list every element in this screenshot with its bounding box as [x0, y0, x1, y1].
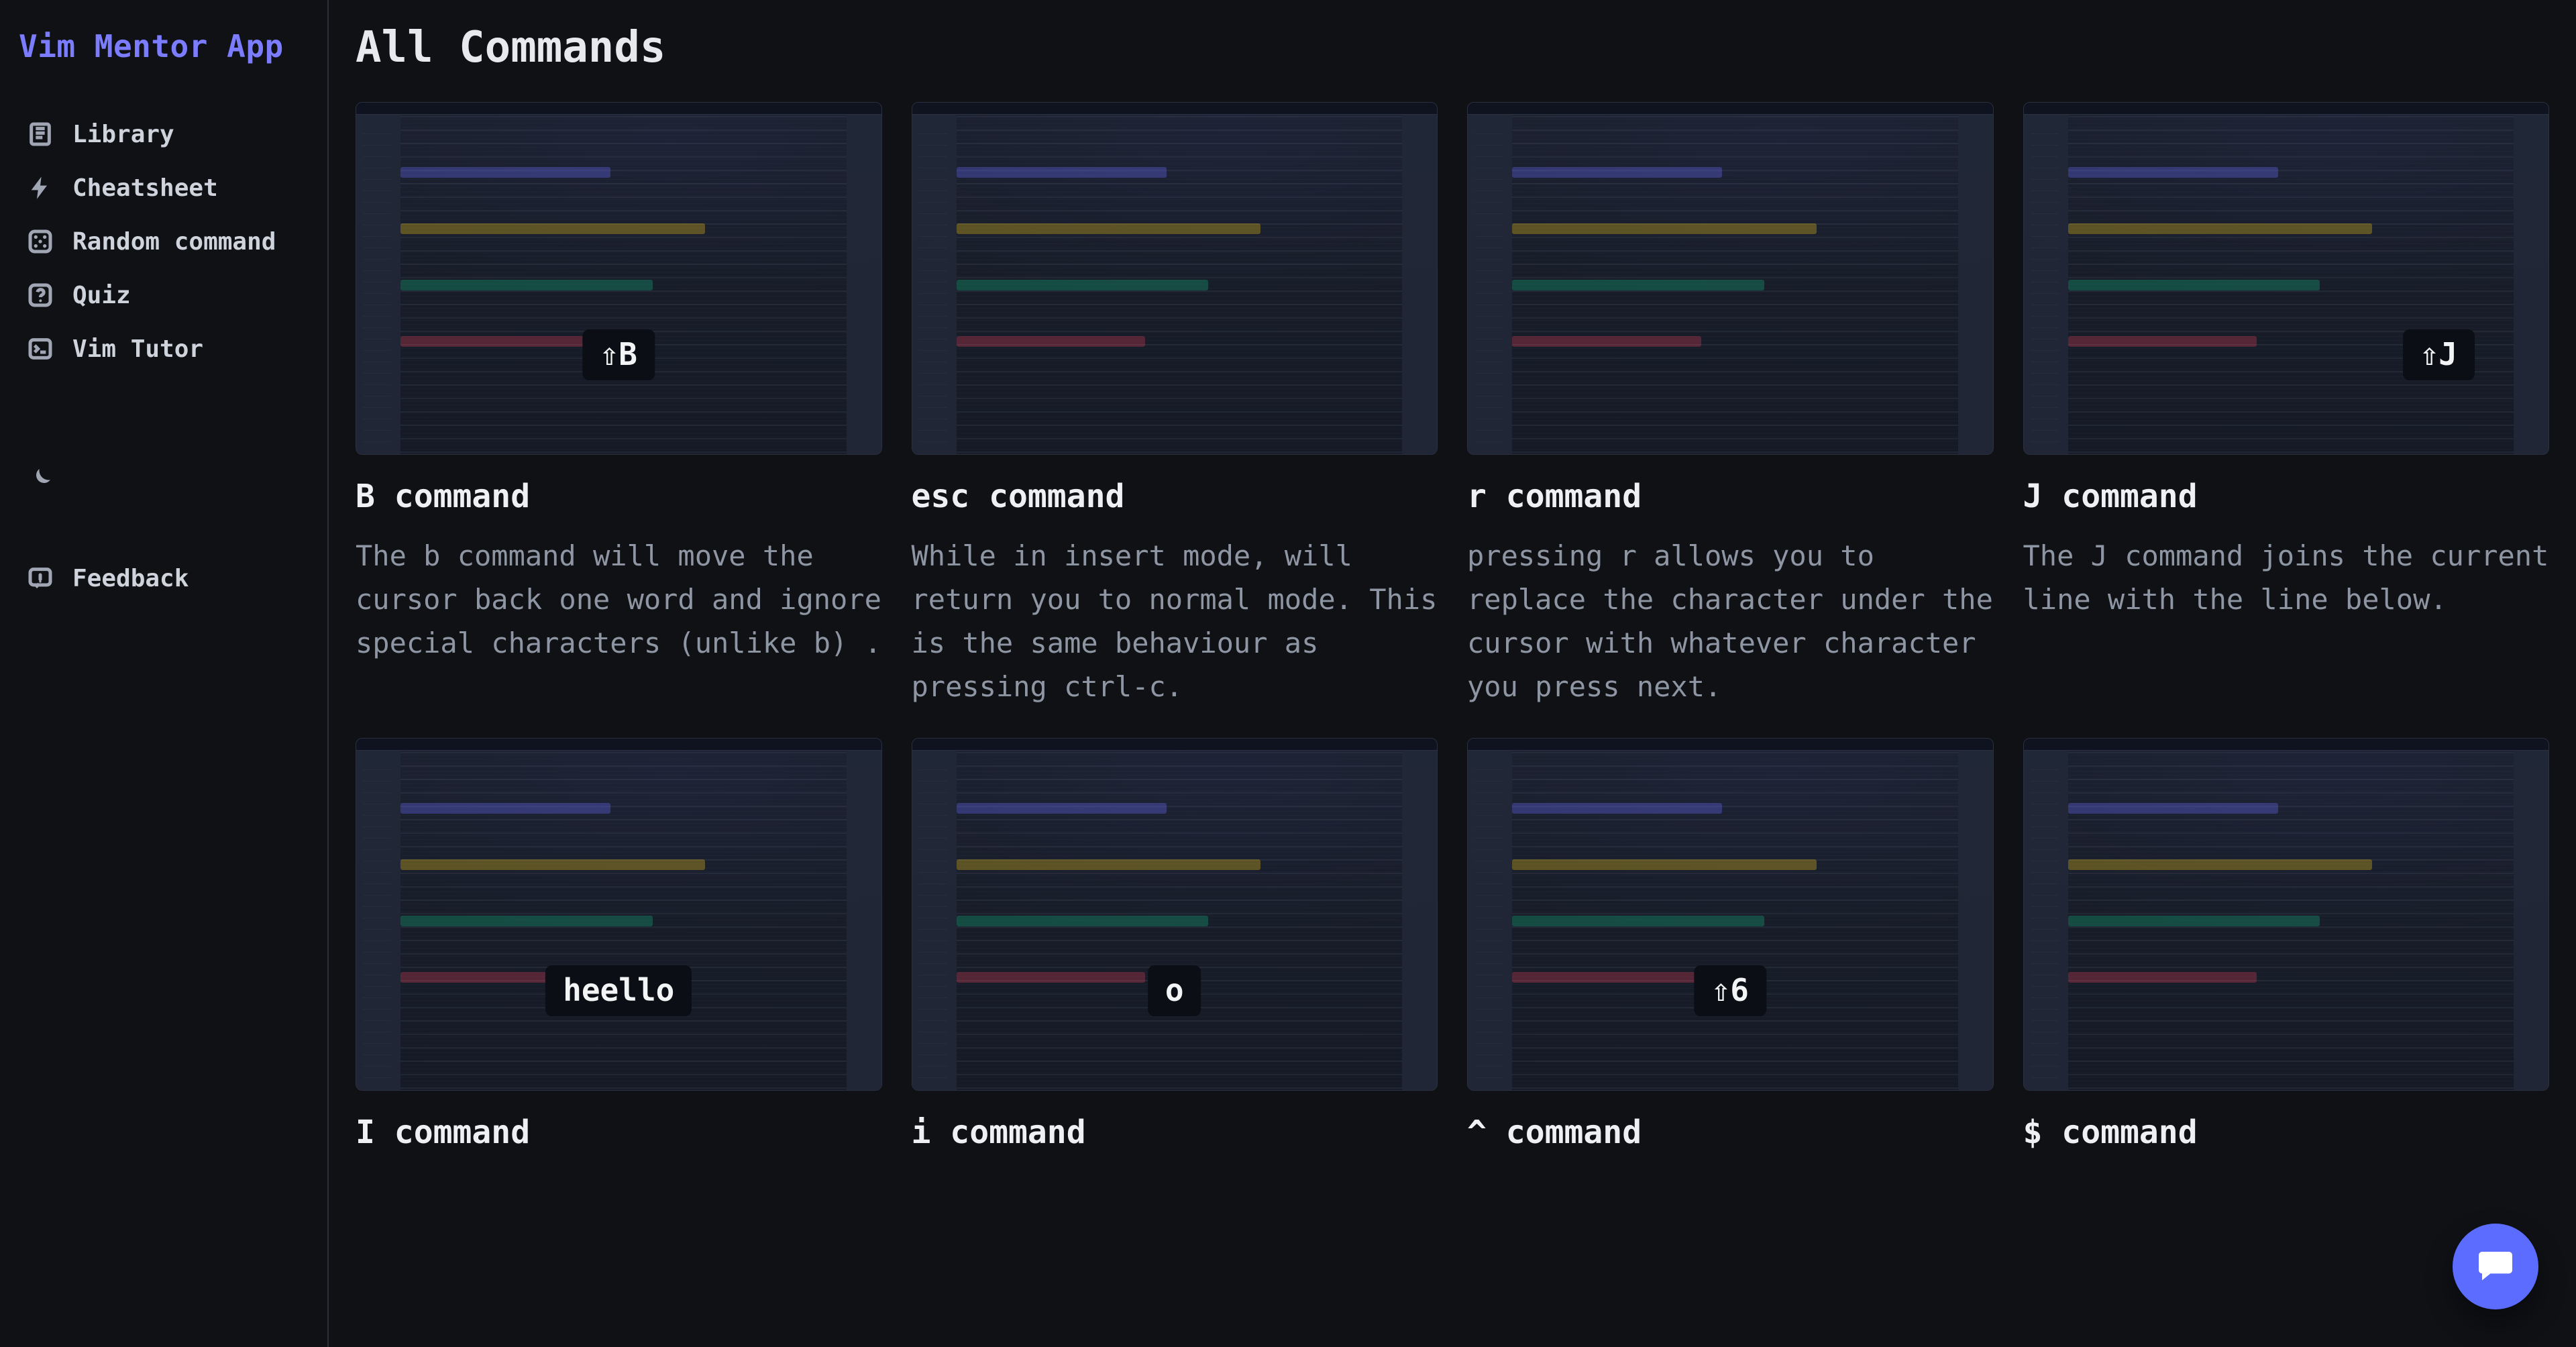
moon-icon [25, 464, 55, 494]
command-title: I command [356, 1114, 882, 1151]
command-card[interactable]: ⇧6 ^ command [1467, 738, 1994, 1170]
command-card[interactable]: o i command [912, 738, 1438, 1170]
command-title: $ command [2023, 1114, 2550, 1151]
command-description: While in insert mode, will return you to… [912, 534, 1438, 708]
command-card[interactable]: esc command While in insert mode, will r… [912, 102, 1438, 708]
app-root: Vim Mentor App Library Cheatsheet Random… [0, 0, 2576, 1347]
command-description: The b command will move the cursor back … [356, 534, 882, 665]
command-title: esc command [912, 478, 1438, 515]
command-thumbnail: heello [356, 738, 882, 1091]
command-card[interactable]: ⇧B B command The b command will move the… [356, 102, 882, 708]
key-badge: o [1148, 965, 1201, 1016]
command-title: i command [912, 1114, 1438, 1151]
command-description: The J command joins the current line wit… [2023, 534, 2550, 621]
chat-icon [2475, 1245, 2516, 1288]
command-thumbnail: ⇧6 [1467, 738, 1994, 1091]
command-title: J command [2023, 478, 2550, 515]
commands-grid: ⇧B B command The b command will move the… [356, 102, 2549, 1170]
sidebar-item-vimtutor[interactable]: Vim Tutor [19, 325, 309, 373]
feedback-icon [25, 563, 55, 593]
sidebar-item-label: Vim Tutor [72, 335, 203, 363]
command-title: ^ command [1467, 1114, 1994, 1151]
command-thumbnail: o [912, 738, 1438, 1091]
key-badge: ⇧B [583, 329, 655, 380]
question-icon [25, 280, 55, 310]
book-icon [25, 119, 55, 149]
sidebar-item-label: Quiz [72, 282, 131, 309]
theme-toggle[interactable] [19, 455, 309, 503]
sidebar-item-library[interactable]: Library [19, 110, 309, 158]
sidebar-item-quiz[interactable]: Quiz [19, 271, 309, 319]
sidebar: Vim Mentor App Library Cheatsheet Random… [0, 0, 329, 1347]
terminal-icon [25, 334, 55, 364]
command-description: pressing r allows you to replace the cha… [1467, 534, 1994, 708]
command-thumbnail [912, 102, 1438, 455]
command-thumbnail [2023, 738, 2550, 1091]
key-badge: heello [545, 965, 692, 1016]
command-card[interactable]: $ command [2023, 738, 2550, 1170]
command-card[interactable]: heello I command [356, 738, 882, 1170]
sidebar-item-label: Cheatsheet [72, 174, 218, 202]
command-card[interactable]: ⇧J J command The J command joins the cur… [2023, 102, 2550, 708]
command-title: r command [1467, 478, 1994, 515]
command-thumbnail: ⇧B [356, 102, 882, 455]
sidebar-item-random[interactable]: Random command [19, 217, 309, 266]
command-title: B command [356, 478, 882, 515]
sidebar-item-label: Library [72, 121, 174, 148]
sidebar-item-label: Feedback [72, 565, 189, 592]
sidebar-gap [19, 508, 309, 549]
command-thumbnail: ⇧J [2023, 102, 2550, 455]
dice-icon [25, 227, 55, 256]
main-content: All Commands ⇧B B command The b command … [329, 0, 2576, 1347]
key-badge: ⇧6 [1695, 965, 1766, 1016]
sidebar-item-cheatsheet[interactable]: Cheatsheet [19, 164, 309, 212]
app-logo[interactable]: Vim Mentor App [19, 28, 309, 64]
bolt-icon [25, 173, 55, 203]
sidebar-nav: Library Cheatsheet Random command Quiz [19, 110, 309, 602]
sidebar-item-label: Random command [72, 228, 276, 256]
command-card[interactable]: r command pressing r allows you to repla… [1467, 102, 1994, 708]
sidebar-gap [19, 378, 309, 449]
command-thumbnail [1467, 102, 1994, 455]
key-badge: ⇧J [2403, 329, 2475, 380]
sidebar-item-feedback[interactable]: Feedback [19, 554, 309, 602]
page-title: All Commands [356, 23, 2549, 72]
chat-fab[interactable] [2453, 1224, 2538, 1309]
